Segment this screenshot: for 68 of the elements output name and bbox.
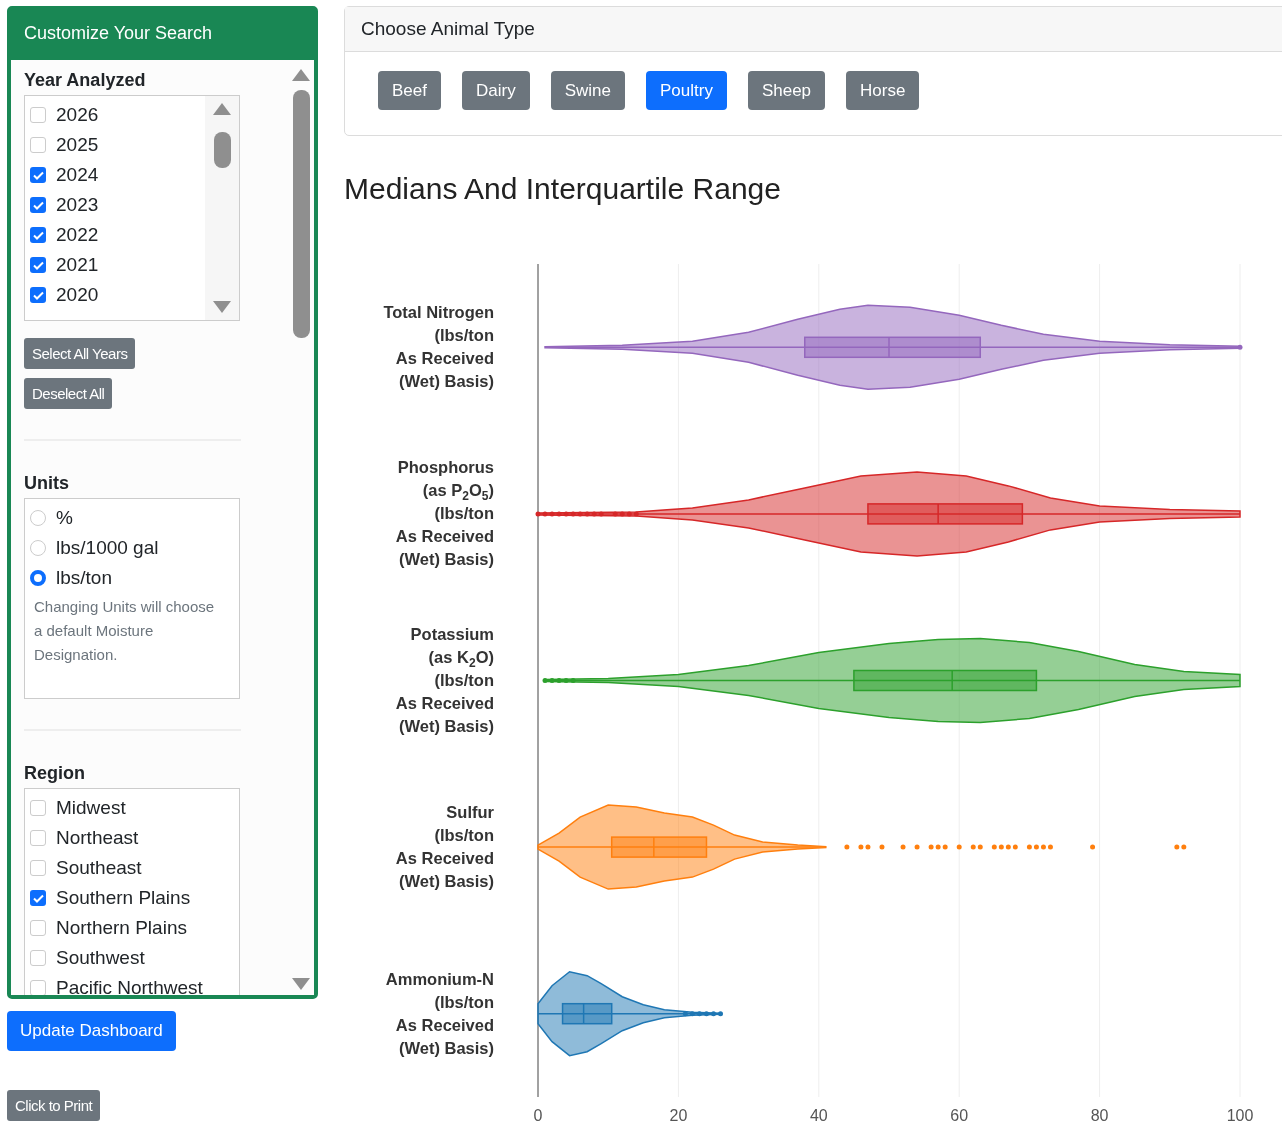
checkbox[interactable]: [30, 287, 46, 303]
checkbox[interactable]: [30, 257, 46, 273]
checkbox[interactable]: [30, 227, 46, 243]
animal-type-button[interactable]: Poultry: [645, 71, 727, 110]
checkbox[interactable]: [30, 107, 46, 123]
animal-type-button[interactable]: Dairy: [462, 71, 530, 110]
axis-tick-label: 100: [1226, 1107, 1254, 1124]
option-label: Southern Plains: [56, 887, 191, 909]
option-label: Northern Plains: [56, 917, 187, 939]
checkbox[interactable]: [30, 197, 46, 213]
scroll-down-icon[interactable]: [212, 300, 232, 314]
option-label: Northeast: [56, 827, 139, 849]
animal-type-button[interactable]: Swine: [550, 71, 625, 110]
category-label: Sulfur (lbs/ton As Received (Wet) Basis): [395, 802, 494, 893]
option-label: 2023: [56, 194, 99, 216]
option-label: Southwest: [56, 947, 145, 969]
option-label: 2026: [56, 104, 99, 126]
option-label: 2020: [56, 284, 99, 306]
checkbox[interactable]: [30, 920, 46, 936]
option-label: 2025: [56, 134, 99, 156]
section-title: Year Analyzed: [24, 70, 147, 91]
year-select-button[interactable]: Deselect All: [24, 378, 113, 409]
axis-tick-label: 60: [950, 1107, 969, 1124]
axis-tick-label: 40: [809, 1107, 828, 1124]
category-label: Phosphorus (as P$_{2}$O$_{5}$) (lbs/ton As Received (Wet) Basis): [395, 457, 494, 571]
category-label: Potassium (as K$_{2}$O) (lbs/ton As Received (Wet) Basis): [395, 624, 494, 737]
animal-type-button[interactable]: Beef: [378, 71, 441, 110]
axis-tick-label: 80: [1090, 1107, 1109, 1124]
update-dashboard-button[interactable]: Update Dashboard: [7, 1011, 176, 1051]
axis-tick-label: 0: [533, 1107, 543, 1124]
scroll-down-icon[interactable]: [291, 977, 311, 991]
radio-button[interactable]: [30, 540, 46, 556]
option-label: lbs/ton: [56, 567, 112, 589]
animal-type-button[interactable]: Horse: [846, 71, 920, 110]
radio-button[interactable]: [30, 510, 46, 526]
section-title: Region: [24, 763, 86, 784]
scrollbar-thumb[interactable]: [292, 90, 310, 338]
print-button[interactable]: Click to Print: [7, 1090, 101, 1121]
checkbox[interactable]: [30, 800, 46, 816]
scroll-up-icon[interactable]: [291, 68, 311, 82]
radio-button[interactable]: [30, 570, 46, 586]
section-title: Units: [24, 473, 70, 494]
option-label: %: [56, 507, 73, 529]
option-label: 2024: [56, 164, 99, 186]
category-label: Total Nitrogen (lbs/ton As Received (Wet) Basis): [383, 302, 494, 393]
axis-tick-label: 20: [669, 1107, 688, 1124]
panel-title: Customize Your Search: [23, 21, 214, 45]
card-title: Choose Animal Type: [345, 7, 1282, 52]
checkbox[interactable]: [30, 860, 46, 876]
checkbox[interactable]: [30, 830, 46, 846]
help-text: Changing Units will choose a default Moisture Designation.: [33, 597, 216, 665]
checkbox[interactable]: [30, 980, 46, 995]
year-select-button[interactable]: Select All Years: [24, 338, 136, 369]
option-label: 2021: [56, 254, 99, 276]
option-label: Pacific Northwest: [56, 977, 203, 995]
checkbox[interactable]: [30, 890, 46, 906]
option-label: Southeast: [56, 857, 142, 879]
checkbox[interactable]: [30, 950, 46, 966]
scroll-up-icon[interactable]: [212, 102, 232, 116]
chart-title: Medians And Interquartile Range: [344, 172, 782, 207]
option-label: lbs/1000 gal: [56, 537, 159, 559]
animal-type-button[interactable]: Sheep: [747, 71, 826, 110]
category-label: Ammonium-N (lbs/ton As Received (Wet) Basis): [385, 968, 494, 1059]
option-label: Midwest: [56, 797, 126, 819]
checkbox[interactable]: [30, 167, 46, 183]
option-label: 2022: [56, 224, 99, 246]
checkbox[interactable]: [30, 137, 46, 153]
scrollbar-thumb[interactable]: [213, 132, 231, 168]
